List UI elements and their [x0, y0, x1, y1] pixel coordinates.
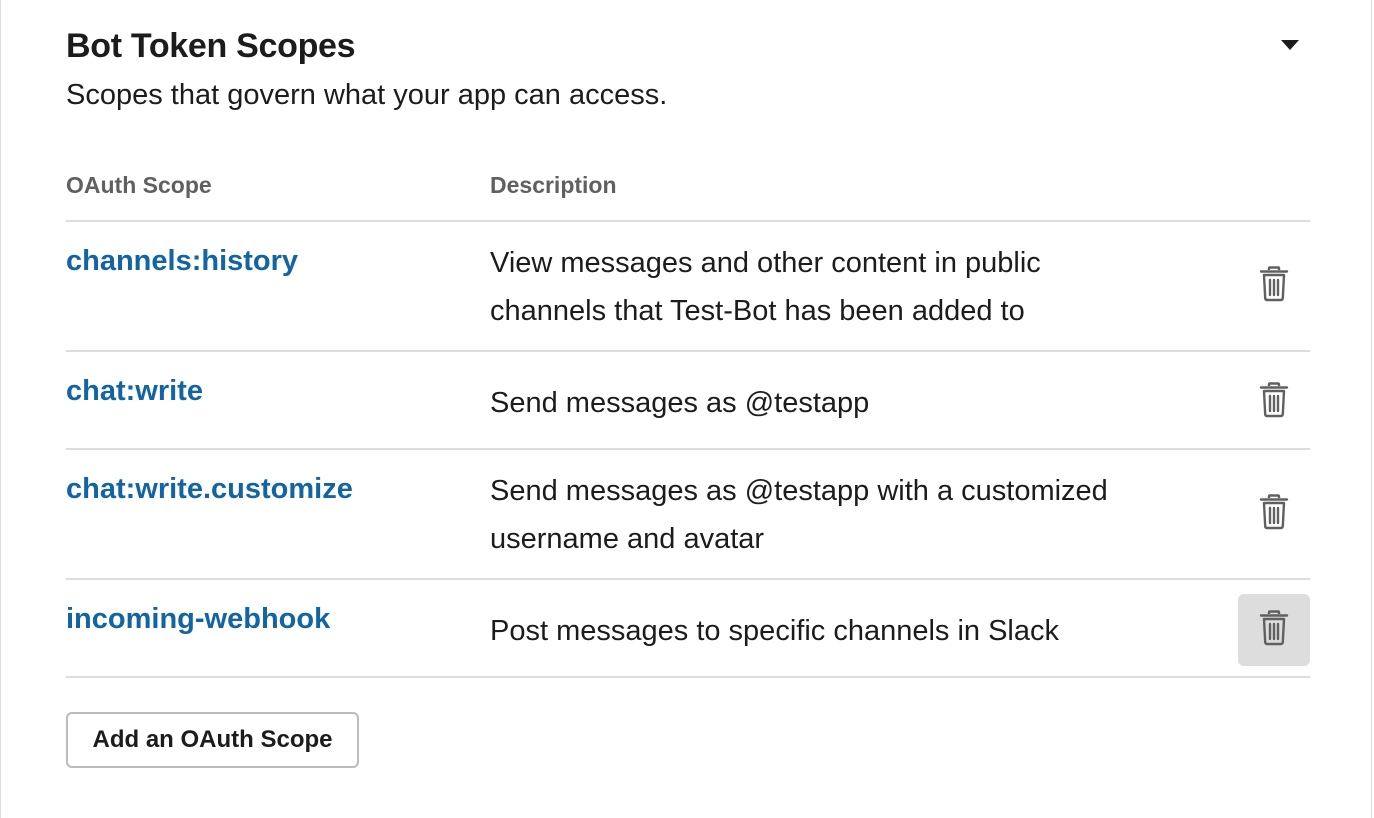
table-row: incoming-webhook Post messages to specif…: [66, 580, 1310, 678]
caret-down-icon: [1280, 39, 1300, 51]
trash-icon: [1259, 381, 1289, 423]
scopes-table: OAuth Scope Description channels:history…: [66, 168, 1310, 678]
table-row: channels:history View messages and other…: [66, 222, 1310, 352]
trash-icon: [1259, 493, 1289, 535]
delete-scope-button[interactable]: [1238, 366, 1310, 438]
table-row: chat:write Send messages as @testapp: [66, 352, 1310, 450]
trash-icon: [1259, 265, 1289, 307]
column-header-oauth-scope: OAuth Scope: [66, 172, 212, 198]
section-title: Bot Token Scopes: [66, 27, 356, 65]
column-header-description: Description: [490, 172, 617, 198]
scope-description: Post messages to specific channels in Sl…: [490, 615, 1059, 647]
scope-link[interactable]: incoming-webhook: [66, 603, 330, 636]
scope-description: Send messages as @testapp: [490, 387, 870, 419]
table-row: chat:write.customize Send messages as @t…: [66, 450, 1310, 580]
scope-link[interactable]: chat:write.customize: [66, 473, 353, 506]
delete-scope-button[interactable]: [1238, 594, 1310, 666]
delete-scope-button[interactable]: [1238, 250, 1310, 322]
table-header: OAuth Scope Description: [66, 168, 1310, 222]
add-oauth-scope-button[interactable]: Add an OAuth Scope: [66, 712, 359, 768]
scope-link[interactable]: chat:write: [66, 375, 203, 408]
scope-description: Send messages as @testapp with a customi…: [490, 475, 1108, 555]
trash-icon: [1259, 609, 1289, 651]
scope-link[interactable]: channels:history: [66, 245, 298, 278]
scope-description: View messages and other content in publi…: [490, 247, 1041, 327]
bot-token-scopes-panel: Bot Token Scopes Scopes that govern what…: [0, 0, 1372, 818]
collapse-toggle[interactable]: [1273, 32, 1307, 58]
section-subtitle: Scopes that govern what your app can acc…: [66, 79, 668, 111]
delete-scope-button[interactable]: [1238, 478, 1310, 550]
